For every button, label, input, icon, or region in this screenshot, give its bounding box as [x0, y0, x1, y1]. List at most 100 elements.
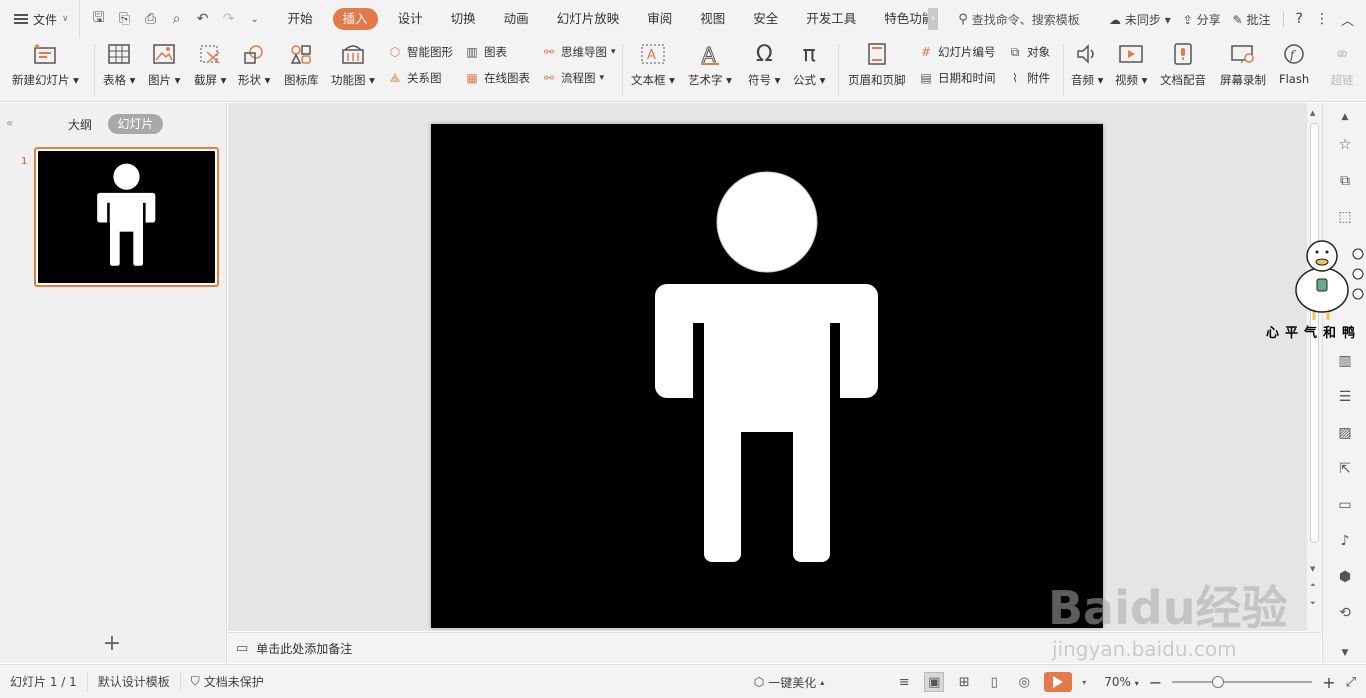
zoom-slider[interactable]	[1172, 676, 1313, 688]
flash-label: Flash	[1279, 72, 1310, 86]
smart-shape-button[interactable]: ⬡ 智能图形	[387, 44, 453, 60]
flash-button[interactable]: f Flash	[1279, 42, 1309, 86]
slide-editing-area	[228, 103, 1307, 631]
object-button[interactable]: ⧉ 对象	[1007, 44, 1050, 60]
mind-map-button[interactable]: ⚯ 思维导图 ▾	[541, 44, 616, 60]
wordart-button[interactable]: A 艺术字 ▾	[688, 42, 732, 88]
template-label: 默认设计模板	[97, 675, 170, 689]
speaker-panel-icon[interactable]: ♪	[1335, 531, 1355, 551]
presenter-icon[interactable]: ◎	[1014, 672, 1034, 692]
collapse-ribbon-icon[interactable]: ︿	[1341, 10, 1354, 29]
tab-transition[interactable]: 切换	[437, 8, 490, 30]
vertical-scrollbar[interactable]: ▲ ▼ ⏶ ⏷	[1307, 103, 1322, 632]
relation-chart-button[interactable]: ⟁ 关系图	[387, 70, 442, 86]
prev-slide-icon[interactable]: ⏶	[1310, 581, 1316, 590]
redo-icon[interactable]: ↷	[220, 11, 238, 27]
star-icon[interactable]: ☆	[1335, 135, 1355, 155]
history-icon[interactable]: ⟲	[1335, 603, 1355, 623]
copy-icon[interactable]: ⧉	[1335, 171, 1355, 191]
customize-dropdown-icon[interactable]: ⌄	[246, 14, 264, 25]
video-button[interactable]: 视频 ▾	[1115, 42, 1147, 88]
tab-developer[interactable]: 开发工具	[792, 8, 870, 30]
zoom-out-icon[interactable]: −	[1149, 673, 1162, 692]
date-time-button[interactable]: ▤ 日期和时间	[918, 70, 995, 86]
settings-sliders-icon[interactable]: ☰	[1335, 387, 1355, 407]
picture-button[interactable]: 图片 ▾	[148, 42, 180, 88]
audio-button[interactable]: 音频 ▾	[1071, 42, 1103, 88]
image-panel-icon[interactable]: ▨	[1335, 423, 1355, 443]
flowchart-button[interactable]: ⚯ 流程图 ▾	[541, 70, 604, 86]
add-slide-icon[interactable]: +	[100, 631, 124, 656]
tab-review[interactable]: 审阅	[633, 8, 686, 30]
doc-voice-button[interactable]: 文档配音	[1160, 42, 1206, 88]
archive-icon[interactable]: ▭	[1335, 495, 1355, 515]
sidebar-scroll-down-icon[interactable]: ▼	[1335, 643, 1355, 663]
sidebar-scroll-up-icon[interactable]: ▲	[1335, 107, 1355, 127]
format-painter-icon[interactable]: ⎘	[116, 11, 134, 27]
icon-library-button[interactable]: 图标库	[284, 42, 319, 88]
tab-slideshow[interactable]: 幻灯片放映	[543, 8, 634, 30]
attachment-button[interactable]: ⌇ 附件	[1007, 70, 1050, 86]
tabs-more-arrow-icon[interactable]: ›	[928, 8, 939, 30]
share-button[interactable]: ⇪ 分享	[1183, 11, 1221, 28]
tab-design[interactable]: 设计	[384, 8, 437, 30]
reading-view-icon[interactable]: ▯	[984, 672, 1004, 692]
print-icon[interactable]: ⎙	[142, 11, 160, 27]
tab-outline[interactable]: 大纲	[68, 116, 92, 133]
chart-panel-icon[interactable]: ▥	[1335, 351, 1355, 371]
new-slide-button[interactable]: ✱ 新建幻灯片 ▾	[12, 42, 79, 88]
table-button[interactable]: 表格 ▾	[103, 42, 135, 88]
scroll-up-icon[interactable]: ▲	[1310, 109, 1315, 117]
next-slide-icon[interactable]: ⏷	[1310, 599, 1316, 608]
tab-animation[interactable]: 动画	[490, 8, 543, 30]
slide-thumbnail[interactable]	[34, 147, 219, 287]
play-dropdown-icon[interactable]: ▾	[1082, 678, 1086, 687]
file-menu-button[interactable]: 文件 ∨	[0, 0, 80, 38]
tab-view[interactable]: 视图	[686, 8, 739, 30]
export-icon[interactable]: ⇱	[1335, 459, 1355, 479]
function-chart-button[interactable]: 功能图 ▾	[331, 42, 375, 88]
textbox-button[interactable]: A 文本框 ▾	[631, 42, 675, 88]
shapes-panel-icon[interactable]: ⬚	[1335, 207, 1355, 227]
slide-number-button[interactable]: # 幻灯片编号	[918, 44, 996, 60]
undo-icon[interactable]: ↶	[194, 11, 212, 27]
table-label: 表格	[103, 73, 126, 87]
sync-button[interactable]: ☁ 未同步 ▾	[1109, 11, 1171, 28]
hyperlink-button[interactable]: ⚭ 超链	[1329, 42, 1355, 88]
tab-slides[interactable]: 幻灯片	[108, 114, 163, 134]
scroll-down-icon[interactable]: ▼	[1310, 565, 1315, 573]
fit-window-icon[interactable]: ⤢	[1346, 675, 1356, 690]
screen-record-button[interactable]: 屏幕录制	[1220, 42, 1266, 88]
collapse-pane-icon[interactable]: «	[6, 116, 13, 130]
play-slideshow-button[interactable]	[1044, 672, 1073, 692]
more-icon[interactable]: ⋮	[1315, 11, 1329, 27]
help-icon[interactable]: ?	[1296, 11, 1303, 27]
zoom-level[interactable]: 70% ▾	[1104, 675, 1139, 689]
tab-security[interactable]: 安全	[739, 8, 792, 30]
print-preview-icon[interactable]: ⌕	[168, 11, 186, 27]
template-button[interactable]: 默认设计模板	[88, 671, 181, 692]
protection-status[interactable]: ⛉ 文档未保护	[181, 672, 274, 692]
tab-insert[interactable]: 插入	[332, 8, 378, 30]
online-chart-button[interactable]: ▦ 在线图表	[464, 70, 530, 86]
current-slide[interactable]	[431, 124, 1103, 628]
slide-sorter-icon[interactable]: ⊞	[954, 672, 974, 692]
symbol-button[interactable]: Ω 符号 ▾	[748, 42, 780, 88]
beautify-button[interactable]: ⬡ 一键美化 ▴	[754, 674, 825, 691]
formula-button[interactable]: π 公式 ▾	[793, 42, 825, 88]
shape-button[interactable]: 形状 ▾	[238, 42, 270, 88]
normal-view-icon[interactable]: ▣	[924, 672, 945, 692]
comment-button[interactable]: ✎ 批注	[1233, 11, 1271, 28]
tab-home[interactable]: 开始	[274, 8, 327, 30]
screenshot-button[interactable]: 截屏 ▾	[194, 42, 226, 88]
notes-toggle-icon[interactable]: ≡	[894, 672, 914, 692]
header-footer-button[interactable]: 页眉和页脚	[848, 42, 906, 88]
save-icon[interactable]: 🖫	[90, 7, 108, 31]
command-search[interactable]: ⚲ 查找命令、搜索模板	[950, 11, 1088, 28]
tab-features[interactable]: 特色功能	[870, 8, 928, 30]
zoom-slider-knob[interactable]	[1212, 676, 1225, 688]
shield-panel-icon[interactable]: ⬢	[1335, 567, 1355, 587]
zoom-in-icon[interactable]: +	[1322, 673, 1335, 692]
person-figure[interactable]	[431, 124, 1103, 628]
chart-button[interactable]: ▥ 图表	[464, 44, 507, 60]
